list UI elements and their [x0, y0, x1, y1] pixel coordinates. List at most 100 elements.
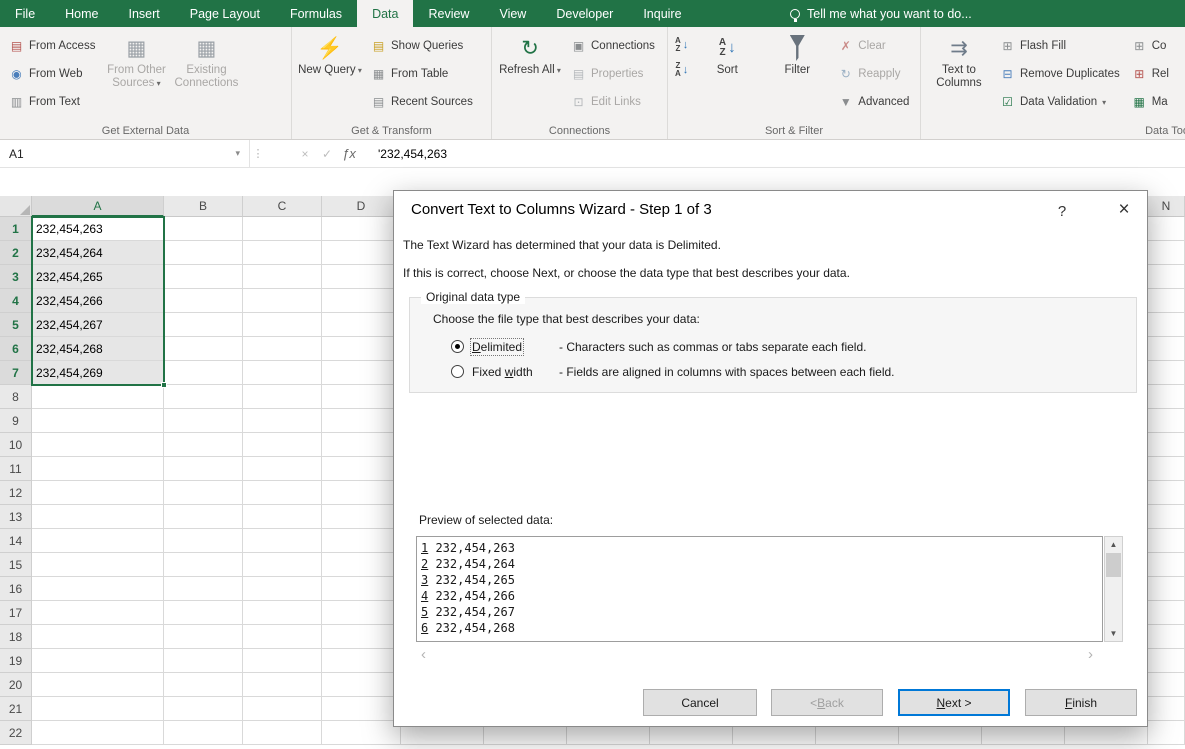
row-header-6[interactable]: 6	[0, 337, 32, 361]
cell[interactable]	[322, 433, 401, 457]
cell[interactable]	[164, 529, 243, 553]
cell[interactable]	[32, 649, 164, 673]
from-access-button[interactable]: ▤ From Access	[3, 32, 101, 60]
column-header-c[interactable]: C	[243, 196, 322, 217]
scroll-left-icon[interactable]: ‹	[421, 646, 426, 663]
close-icon[interactable]: ×	[1106, 195, 1142, 225]
cell[interactable]	[322, 289, 401, 313]
cell[interactable]	[322, 505, 401, 529]
preview-vertical-scrollbar[interactable]: ▲ ▼	[1104, 536, 1123, 642]
cell[interactable]: 232,454,265	[32, 265, 164, 289]
scroll-right-icon[interactable]: ›	[1088, 646, 1093, 663]
insert-function-icon[interactable]: ƒx	[338, 146, 360, 161]
cell[interactable]	[164, 289, 243, 313]
row-header-13[interactable]: 13	[0, 505, 32, 529]
co-button[interactable]: ⊞ Co	[1126, 32, 1175, 60]
cell[interactable]	[1148, 433, 1185, 457]
cell[interactable]	[322, 337, 401, 361]
row-header-9[interactable]: 9	[0, 409, 32, 433]
tab-page-layout[interactable]: Page Layout	[175, 0, 275, 27]
next-button[interactable]: Next >	[898, 689, 1010, 716]
cell[interactable]	[1148, 649, 1185, 673]
tab-formulas[interactable]: Formulas	[275, 0, 357, 27]
cell[interactable]	[164, 649, 243, 673]
cell[interactable]	[164, 265, 243, 289]
cell[interactable]	[164, 697, 243, 721]
cell[interactable]	[322, 217, 401, 241]
select-all-corner[interactable]	[0, 196, 32, 217]
tab-insert[interactable]: Insert	[114, 0, 175, 27]
formula-input[interactable]: '232,454,263	[378, 147, 447, 161]
cell[interactable]	[322, 625, 401, 649]
scroll-down-icon[interactable]: ▼	[1105, 626, 1122, 641]
sort-a-to-z-button[interactable]: A Z ↓	[671, 32, 692, 57]
cell[interactable]	[322, 673, 401, 697]
cell[interactable]	[1148, 577, 1185, 601]
help-icon[interactable]: ?	[1046, 197, 1078, 225]
from-web-button[interactable]: ◉ From Web	[3, 60, 101, 88]
cell[interactable]	[32, 721, 164, 745]
cell[interactable]	[322, 241, 401, 265]
radio-button-fixed-width[interactable]	[451, 365, 464, 378]
cell[interactable]	[32, 505, 164, 529]
cell[interactable]	[1148, 289, 1185, 313]
cell[interactable]	[1148, 529, 1185, 553]
cell[interactable]	[243, 385, 322, 409]
cell[interactable]	[164, 481, 243, 505]
sort-button[interactable]: A Z ↓ Sort	[692, 29, 762, 123]
filter-button[interactable]: Filter	[762, 29, 832, 123]
row-header-20[interactable]: 20	[0, 673, 32, 697]
cell[interactable]	[32, 529, 164, 553]
advanced-button[interactable]: ▼ Advanced	[832, 88, 915, 116]
cell[interactable]	[164, 505, 243, 529]
cell[interactable]	[32, 553, 164, 577]
row-header-15[interactable]: 15	[0, 553, 32, 577]
cell[interactable]	[243, 673, 322, 697]
cell[interactable]	[1148, 697, 1185, 721]
cell[interactable]	[243, 241, 322, 265]
cell[interactable]	[1148, 313, 1185, 337]
cell[interactable]	[243, 601, 322, 625]
tab-review[interactable]: Review	[413, 0, 484, 27]
radio-button-delimited[interactable]	[451, 340, 464, 353]
cell[interactable]	[1148, 217, 1185, 241]
cell[interactable]	[164, 337, 243, 361]
cell[interactable]	[1148, 457, 1185, 481]
cell[interactable]	[1148, 505, 1185, 529]
cell[interactable]	[1148, 625, 1185, 649]
tab-data[interactable]: Data	[357, 0, 414, 27]
cell[interactable]	[243, 577, 322, 601]
cell[interactable]	[1148, 409, 1185, 433]
cell[interactable]	[243, 697, 322, 721]
recent-sources-button[interactable]: ▤ Recent Sources	[365, 88, 479, 116]
cell[interactable]	[322, 529, 401, 553]
row-header-4[interactable]: 4	[0, 289, 32, 313]
cancel-button[interactable]: Cancel	[643, 689, 757, 716]
cell[interactable]: 232,454,263	[32, 217, 164, 241]
cell[interactable]	[322, 721, 401, 745]
cell[interactable]	[322, 577, 401, 601]
cell[interactable]	[32, 697, 164, 721]
row-header-14[interactable]: 14	[0, 529, 32, 553]
cell[interactable]	[32, 433, 164, 457]
cell[interactable]	[32, 457, 164, 481]
cell[interactable]	[243, 313, 322, 337]
row-header-11[interactable]: 11	[0, 457, 32, 481]
cell[interactable]	[32, 601, 164, 625]
cell[interactable]	[243, 409, 322, 433]
row-header-1[interactable]: 1	[0, 217, 32, 241]
row-header-12[interactable]: 12	[0, 481, 32, 505]
show-queries-button[interactable]: ▤ Show Queries	[365, 32, 479, 60]
cell[interactable]	[1148, 337, 1185, 361]
cell[interactable]	[322, 481, 401, 505]
ma-button[interactable]: ▦ Ma	[1126, 88, 1175, 116]
row-header-10[interactable]: 10	[0, 433, 32, 457]
cell[interactable]	[322, 385, 401, 409]
row-header-3[interactable]: 3	[0, 265, 32, 289]
cell[interactable]	[243, 553, 322, 577]
tell-me-box[interactable]: Tell me what you want to do...	[790, 0, 972, 27]
row-header-8[interactable]: 8	[0, 385, 32, 409]
cell[interactable]	[164, 457, 243, 481]
cancel-entry-icon[interactable]: ×	[294, 147, 316, 161]
cell[interactable]	[164, 673, 243, 697]
